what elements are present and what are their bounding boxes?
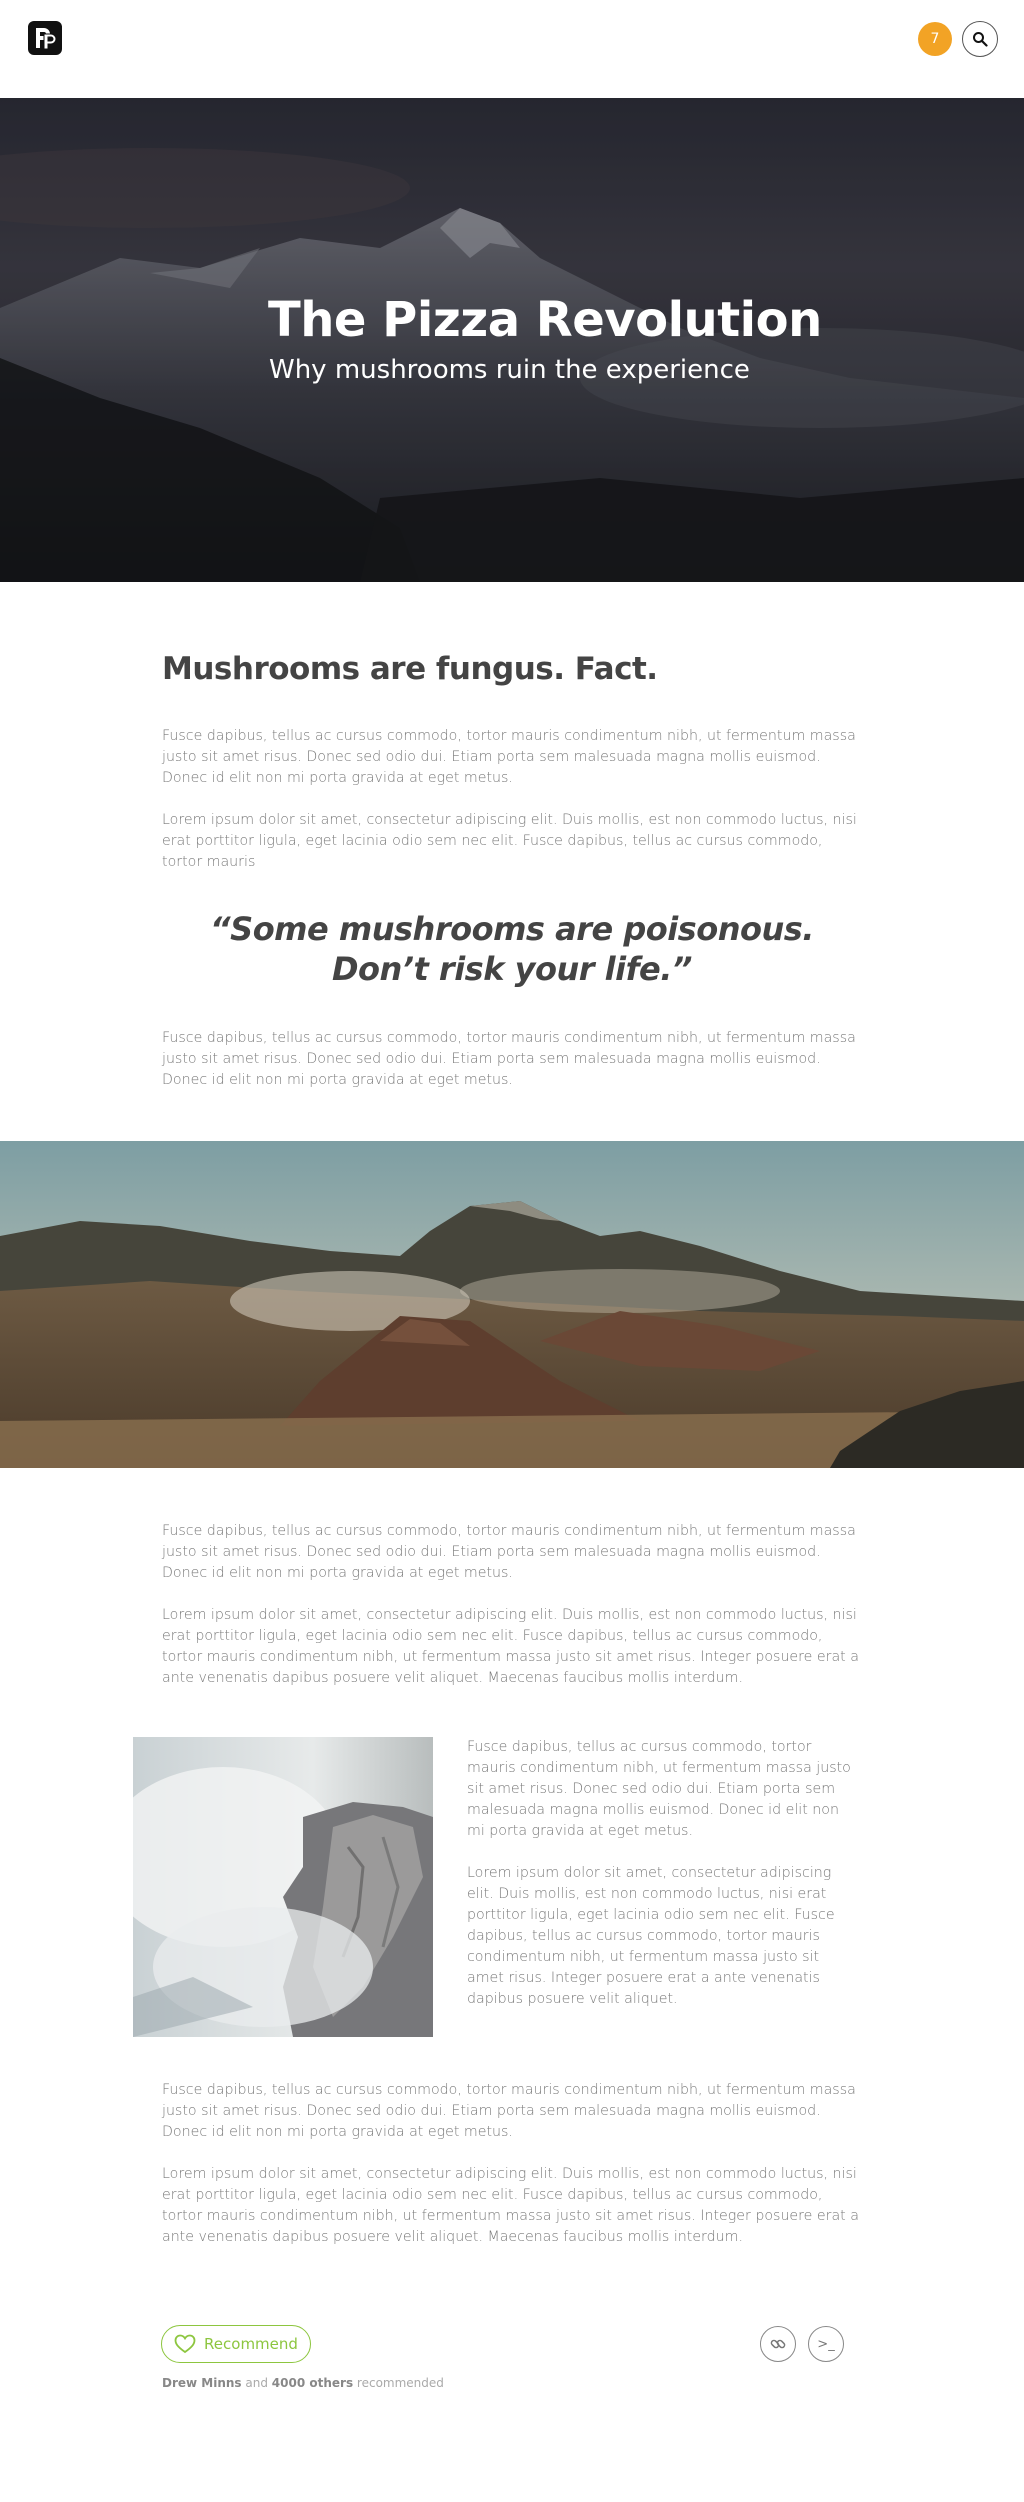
search-button[interactable] [962, 21, 998, 57]
hero-banner: The Pizza Revolution Why mushrooms ruin … [0, 98, 1024, 582]
copy-link-button[interactable] [760, 2326, 796, 2362]
pull-quote: “Some mushrooms are poisonous. Don’t ris… [162, 909, 862, 989]
terminal-icon: >_ [817, 2336, 835, 2352]
recommend-label: Recommend [204, 2335, 298, 2353]
recommend-button[interactable]: Recommend [161, 2325, 311, 2363]
embed-button[interactable]: >_ [808, 2326, 844, 2362]
search-icon [973, 32, 988, 47]
article-paragraph: Fusce dapibus, tellus ac cursus commodo,… [162, 2082, 856, 2140]
others-count[interactable]: 4000 others [272, 2376, 353, 2390]
notification-badge[interactable]: 7 [918, 22, 952, 56]
pull-quote-line: “Some mushrooms are poisonous. [210, 910, 814, 948]
misty-cliff-image [133, 1737, 433, 2037]
and-text: and [241, 2376, 272, 2390]
site-header: 7 [0, 0, 1024, 98]
recommended-by-text: Drew Minns and 4000 others recommended [162, 2376, 444, 2390]
hero-title: The Pizza Revolution [268, 292, 822, 348]
heart-icon [174, 2334, 196, 2354]
article-paragraph: Fusce dapibus, tellus ac cursus commodo,… [162, 1030, 856, 1088]
article-paragraph: Lorem ipsum dolor sit amet, consectetur … [162, 1607, 859, 1686]
side-paragraph: Lorem ipsum dolor sit amet, consectetur … [467, 1865, 835, 2007]
pull-quote-line: Don’t risk your life.” [331, 950, 693, 988]
side-paragraph: Fusce dapibus, tellus ac cursus commodo,… [467, 1739, 851, 1839]
article-paragraph: Lorem ipsum dolor sit amet, consectetur … [162, 812, 857, 870]
recommended-text: recommended [353, 2376, 444, 2390]
hero-subtitle: Why mushrooms ruin the experience [269, 355, 750, 385]
pp-logo-icon[interactable] [28, 21, 62, 55]
article-paragraph: Lorem ipsum dolor sit amet, consectetur … [162, 2166, 859, 2245]
volcano-landscape-image [0, 1141, 1024, 1468]
link-icon [770, 2339, 786, 2349]
recommender-name[interactable]: Drew Minns [162, 2376, 242, 2390]
article-paragraph: Fusce dapibus, tellus ac cursus commodo,… [162, 728, 856, 786]
article-paragraph: Fusce dapibus, tellus ac cursus commodo,… [162, 1523, 856, 1581]
article-heading: Mushrooms are fungus. Fact. [162, 651, 658, 687]
